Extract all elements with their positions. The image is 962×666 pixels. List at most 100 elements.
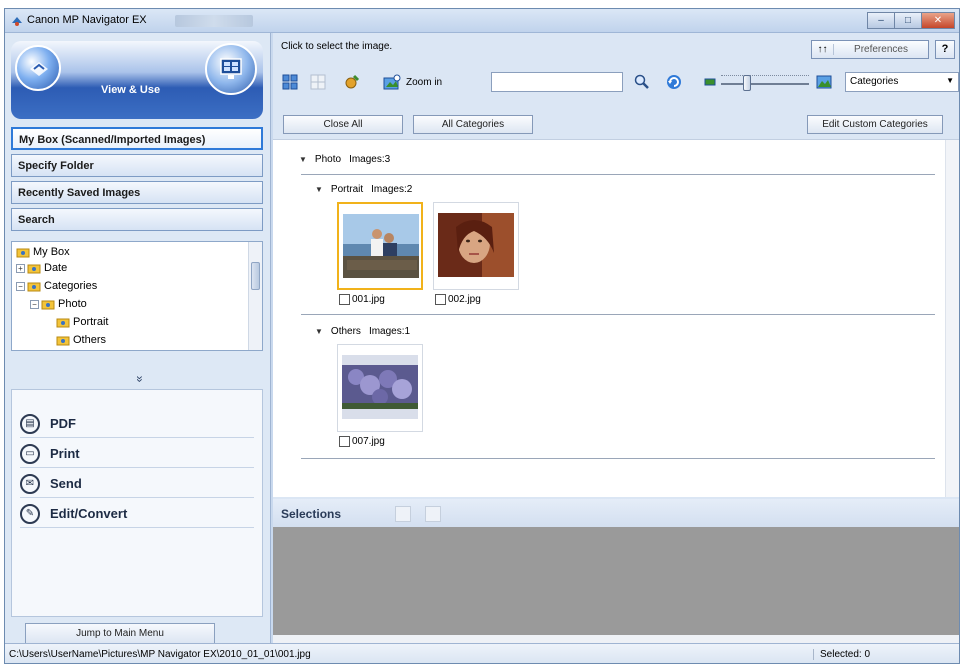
group-divider: [301, 174, 935, 175]
filename: 007.jpg: [352, 436, 385, 447]
left-panel: View & Use My Box (Scanned/Imported Imag…: [5, 33, 271, 645]
group-photo-header[interactable]: ▼ Photo Images:3: [299, 154, 390, 165]
title-blurred-region: [175, 15, 253, 27]
folder-icon: [41, 300, 55, 310]
all-categories-button[interactable]: All Categories: [413, 115, 533, 134]
folder-icon: [27, 264, 41, 274]
select-checkbox[interactable]: [339, 436, 350, 447]
horizontal-scrollbar[interactable]: [273, 635, 959, 643]
refresh-icon[interactable]: [665, 73, 683, 91]
search-icon[interactable]: [633, 73, 651, 91]
action-area: ▤ PDF ▭ Print ✉ Send ✎ Edit/Convert: [11, 389, 263, 617]
jump-to-main-menu-button[interactable]: Jump to Main Menu: [25, 623, 215, 645]
correct-image-icon[interactable]: [343, 73, 361, 91]
expand-icon[interactable]: +: [16, 263, 25, 273]
image-thumbnail: [438, 213, 514, 277]
pdf-action[interactable]: ▤ PDF: [20, 410, 254, 438]
window-title: Canon MP Navigator EX: [27, 14, 147, 26]
expand-triangle-icon[interactable]: ▼: [299, 155, 307, 164]
action-label: Send: [50, 476, 82, 491]
select-checkbox[interactable]: [339, 294, 350, 305]
group-name: Portrait: [330, 184, 364, 195]
tree-scroll-thumb[interactable]: [251, 262, 260, 290]
thumbnail-scrollbar[interactable]: [945, 140, 959, 497]
zoom-in-label[interactable]: Zoom in: [406, 77, 442, 88]
group-divider: [301, 458, 935, 459]
send-action[interactable]: ✉ Send: [20, 470, 254, 498]
expand-triangle-icon[interactable]: ▼: [315, 327, 323, 336]
group-divider: [301, 314, 935, 315]
tree-item-date[interactable]: + Date: [16, 260, 67, 276]
folder-icon: [56, 318, 70, 328]
selections-deselect-icon[interactable]: [425, 506, 441, 522]
minimize-button[interactable]: –: [867, 12, 895, 29]
edit-convert-action[interactable]: ✎ Edit/Convert: [20, 500, 254, 528]
tree-item-others[interactable]: Others: [56, 332, 106, 348]
zoom-in-icon[interactable]: [383, 73, 401, 91]
preferences-button[interactable]: ↑↑ Preferences: [811, 40, 929, 59]
group-others-header[interactable]: ▼ Others Images:1: [315, 326, 410, 337]
app-window: Canon MP Navigator EX – □ ✕ View & Use M…: [4, 8, 960, 664]
maximize-button[interactable]: □: [894, 12, 922, 29]
small-thumbnail-icon[interactable]: [701, 73, 719, 91]
selected-count: Selected: 0: [813, 649, 870, 660]
thumbnail-card[interactable]: [433, 202, 519, 290]
preferences-icon: ↑↑: [812, 44, 834, 55]
folder-icon: [27, 282, 41, 292]
large-thumbnail-icon[interactable]: [815, 73, 833, 91]
select-all-icon[interactable]: [281, 73, 299, 91]
mail-icon: ✉: [20, 473, 40, 494]
help-button[interactable]: ?: [935, 40, 955, 59]
select-checkbox[interactable]: [435, 294, 446, 305]
pencil-icon: ✎: [20, 503, 40, 524]
folder-icon: [56, 336, 70, 346]
nav-my-box[interactable]: My Box (Scanned/Imported Images): [11, 127, 263, 150]
group-portrait-header[interactable]: ▼ Portrait Images:2: [315, 184, 412, 195]
selections-label: Selections: [281, 507, 342, 521]
tree-item-portrait[interactable]: Portrait: [56, 314, 108, 330]
thumbnail-card[interactable]: [337, 202, 423, 290]
toolbar: Zoom in Categories ▼: [273, 71, 959, 95]
view-mode-select[interactable]: Categories ▼: [845, 72, 959, 92]
expand-triangle-icon[interactable]: ▼: [315, 185, 323, 194]
printer-icon: ▭: [20, 443, 40, 464]
thumbnail-caption[interactable]: 002.jpg: [435, 294, 481, 305]
print-action[interactable]: ▭ Print: [20, 440, 254, 468]
thumbnail-size-slider[interactable]: [721, 83, 809, 85]
view-mode-value: Categories: [850, 76, 899, 87]
pdf-icon: ▤: [20, 413, 40, 434]
thumbnail-area: ▼ Photo Images:3 ▼ Portrait Images:2 001…: [273, 139, 959, 497]
edit-custom-categories-button[interactable]: Edit Custom Categories: [807, 115, 943, 134]
tree-label: Date: [44, 262, 68, 274]
mode-label: View & Use: [101, 84, 161, 96]
chevron-down-icon: ▼: [946, 76, 954, 85]
tree-item-categories[interactable]: − Categories: [16, 278, 97, 294]
group-count: Images:2: [371, 184, 413, 195]
search-input[interactable]: [491, 72, 623, 92]
thumbnail-caption[interactable]: 007.jpg: [339, 436, 385, 447]
nav-recently-saved[interactable]: Recently Saved Images: [11, 181, 263, 204]
group-name: Photo: [314, 154, 342, 165]
close-all-button[interactable]: Close All: [283, 115, 403, 134]
hint-bar: Click to select the image. ↑↑ Preference…: [273, 33, 959, 61]
slider-thumb[interactable]: [743, 75, 751, 91]
nav-specify-folder[interactable]: Specify Folder: [11, 154, 263, 177]
thumbnail-caption[interactable]: 001.jpg: [339, 294, 385, 305]
tree-scrollbar[interactable]: [248, 242, 262, 350]
close-button[interactable]: ✕: [921, 12, 955, 29]
thumbnail-card[interactable]: [337, 344, 423, 432]
filename: 001.jpg: [352, 294, 385, 305]
folder-icon: [16, 248, 30, 258]
nav-search[interactable]: Search: [11, 208, 263, 231]
category-button-row: Close All All Categories Edit Custom Cat…: [273, 115, 959, 137]
tree-item-my-box[interactable]: My Box: [16, 244, 70, 260]
selections-select-all-icon[interactable]: [395, 506, 411, 522]
app-logo-icon: [12, 17, 22, 26]
deselect-all-icon[interactable]: [309, 73, 327, 91]
status-bar: C:\Users\UserName\Pictures\MP Navigator …: [5, 643, 959, 663]
collapse-icon[interactable]: −: [16, 281, 25, 291]
tree-item-photo[interactable]: − Photo: [30, 296, 87, 312]
tree-label: Others: [73, 334, 107, 346]
selections-tray: [273, 527, 959, 635]
collapse-icon[interactable]: −: [30, 299, 39, 309]
